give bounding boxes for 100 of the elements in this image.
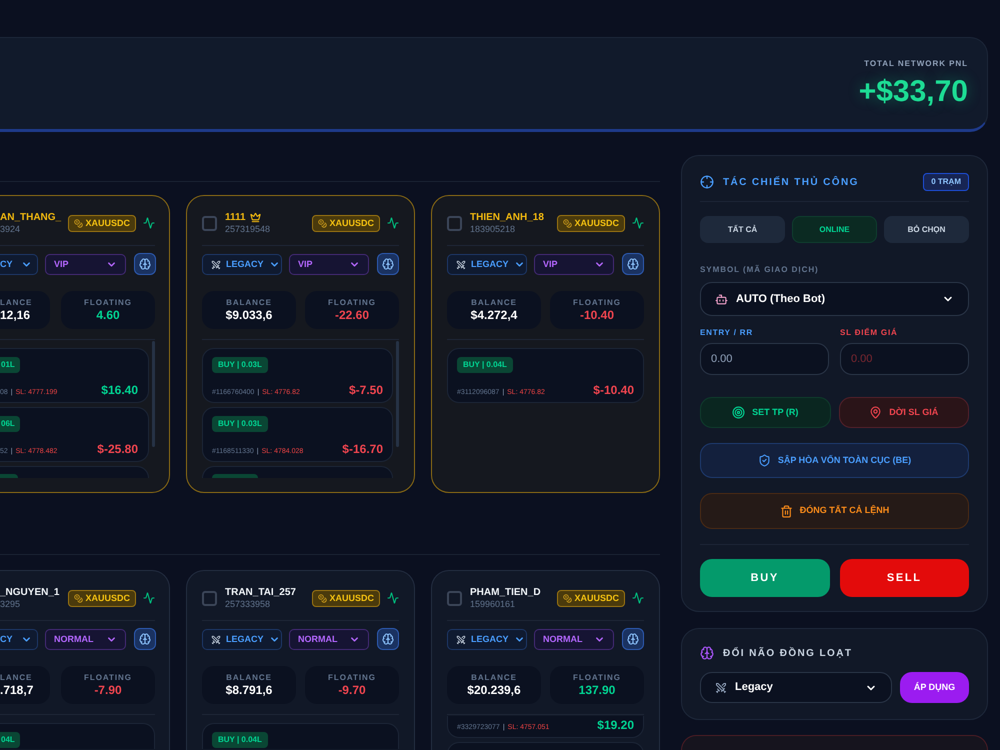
tier-dropdown[interactable]: VIP — [289, 254, 369, 275]
symbol-dropdown[interactable]: AUTO (Theo Bot) — [700, 282, 969, 316]
floating-value: -9.70 — [338, 682, 366, 698]
tier-dropdown[interactable]: VIP — [45, 254, 126, 275]
account-number: 183905218 — [470, 224, 516, 235]
trash-icon — [780, 504, 793, 518]
order-pnl: $-7.50 — [348, 384, 383, 397]
coins-icon — [563, 218, 572, 228]
balance-value: $8.791,6 — [226, 682, 272, 698]
order-tag: BUY | 0.03L — [212, 416, 268, 432]
crossed-swords-icon — [456, 260, 466, 270]
filter-button[interactable]: ONLINE — [792, 216, 877, 243]
stat-label: LANCE — [0, 672, 32, 682]
scrollbar-thumb[interactable] — [152, 341, 155, 447]
pulse-icon — [143, 217, 155, 229]
close-all-orders-button[interactable]: ĐÓNG TẤT CẢ LỆNH — [700, 493, 969, 529]
pulse-icon — [143, 592, 155, 604]
brain-button[interactable] — [377, 253, 399, 275]
balance-value: 12,16 — [0, 308, 30, 322]
stat-label: FLOATING — [84, 298, 132, 308]
buy-button[interactable]: BUY — [700, 559, 830, 597]
filter-button[interactable]: TẤT CẢ — [700, 216, 785, 243]
field-label: ENTRY / RR — [700, 327, 754, 338]
tier-dropdown[interactable]: NORMAL — [534, 629, 614, 650]
pulse-icon — [387, 217, 399, 229]
coins-icon — [318, 594, 328, 602]
tier-dropdown[interactable]: VIP — [534, 254, 614, 275]
pulse-icon — [632, 217, 644, 229]
account-name: _NGUYEN_1 — [0, 586, 60, 599]
stat-label: FLOATING — [573, 672, 621, 682]
crossed-swords-icon — [211, 260, 221, 270]
symbol-text: XAUUSDC — [574, 218, 619, 228]
stat-label: FLOATING — [84, 672, 132, 682]
brain-button[interactable] — [134, 628, 156, 650]
brain-icon — [700, 646, 714, 660]
checkbox[interactable] — [202, 590, 217, 606]
brain-icon — [382, 633, 394, 645]
stat-label: BALANCE — [471, 672, 517, 682]
checkbox[interactable] — [447, 216, 462, 230]
floating-value: -22.60 — [334, 308, 370, 322]
entry-input[interactable]: 0.00 — [700, 343, 829, 375]
balance-value: $9.033,6 — [226, 308, 272, 322]
brain-button[interactable] — [134, 253, 156, 275]
brain-button[interactable] — [622, 253, 644, 275]
crosshair-icon — [700, 175, 714, 189]
strategy-dropdown[interactable]: LEGACY — [202, 629, 282, 650]
order-tag: 01L — [0, 357, 20, 373]
balance-value: $4.272,4 — [470, 308, 518, 322]
symbol-text: XAUUSDC — [85, 218, 130, 228]
scrollbar-thumb[interactable] — [396, 341, 399, 447]
strategy-dropdown[interactable]: CY — [0, 254, 38, 275]
stat-label: FLOATING — [328, 672, 376, 682]
breakeven-button[interactable]: SẬP HÒA VỐN TOÀN CỤC (BE) — [700, 443, 969, 478]
apply-button[interactable]: ÁP DỤNG — [900, 672, 969, 703]
brain-button[interactable] — [377, 628, 399, 650]
order-tag: BUY | 0.04L — [212, 732, 268, 748]
stat-label: BALANCE — [226, 672, 272, 682]
floating-value: 137.90 — [578, 682, 616, 698]
order-pnl: $-10.40 — [593, 384, 634, 397]
strategy-dropdown[interactable]: LEGACY — [202, 254, 282, 275]
strategy-dropdown[interactable]: CY — [0, 629, 38, 650]
brain-icon — [139, 633, 151, 645]
target-icon — [732, 406, 746, 419]
field-label: SYMBOL (MÃ GIAO DỊCH) — [700, 264, 820, 275]
balance-value: $20.239,6 — [467, 682, 521, 698]
order-pnl: $16.40 — [101, 384, 138, 397]
order-tag — [0, 474, 18, 478]
account-name: TRAN_TAI_257 — [225, 586, 296, 599]
strategy-dropdown[interactable]: Legacy — [700, 672, 892, 703]
crossed-swords-icon — [456, 634, 466, 644]
account-name: AN_THANG_ — [0, 211, 62, 224]
coins-icon — [318, 218, 328, 228]
order-tag: 06L — [0, 416, 20, 432]
map-pin-icon — [869, 406, 882, 419]
order-tag: 04L — [0, 732, 20, 748]
stop-loss-input[interactable]: 0.00 — [840, 343, 969, 375]
checkbox[interactable] — [202, 216, 217, 230]
checkbox[interactable] — [447, 590, 462, 606]
tier-dropdown[interactable]: NORMAL — [45, 629, 126, 650]
move-stop-loss-button[interactable]: DỜI SL GIÁ — [838, 397, 969, 428]
floating-value: -10.40 — [580, 308, 614, 322]
account-name: PHAM_TIEN_D — [470, 586, 541, 599]
symbol-text: XAUUSDC — [329, 592, 374, 604]
sell-button[interactable]: SELL — [840, 559, 969, 597]
shield-check-icon — [758, 454, 771, 467]
account-number: 257319548 — [225, 224, 272, 235]
filter-button[interactable]: BỎ CHỌN — [884, 216, 969, 243]
strategy-dropdown[interactable]: LEGACY — [447, 254, 527, 275]
panel-title: TÁC CHIẾN THỦ CÔNG — [723, 175, 859, 190]
strategy-dropdown[interactable]: LEGACY — [447, 629, 527, 650]
account-number: 159960161 — [470, 599, 516, 610]
robot-icon — [715, 292, 728, 306]
brain-icon — [627, 258, 639, 270]
field-label: SL ĐIỂM GIÁ — [840, 327, 899, 338]
account-name: THIEN_ANH_18 — [470, 211, 544, 224]
brain-button[interactable] — [622, 628, 644, 650]
crossed-swords-icon — [211, 634, 221, 644]
pnl-value: +$33,70 — [858, 74, 968, 108]
tier-dropdown[interactable]: NORMAL — [289, 629, 369, 650]
set-take-profit-button[interactable]: SET TP (R) — [700, 397, 830, 428]
